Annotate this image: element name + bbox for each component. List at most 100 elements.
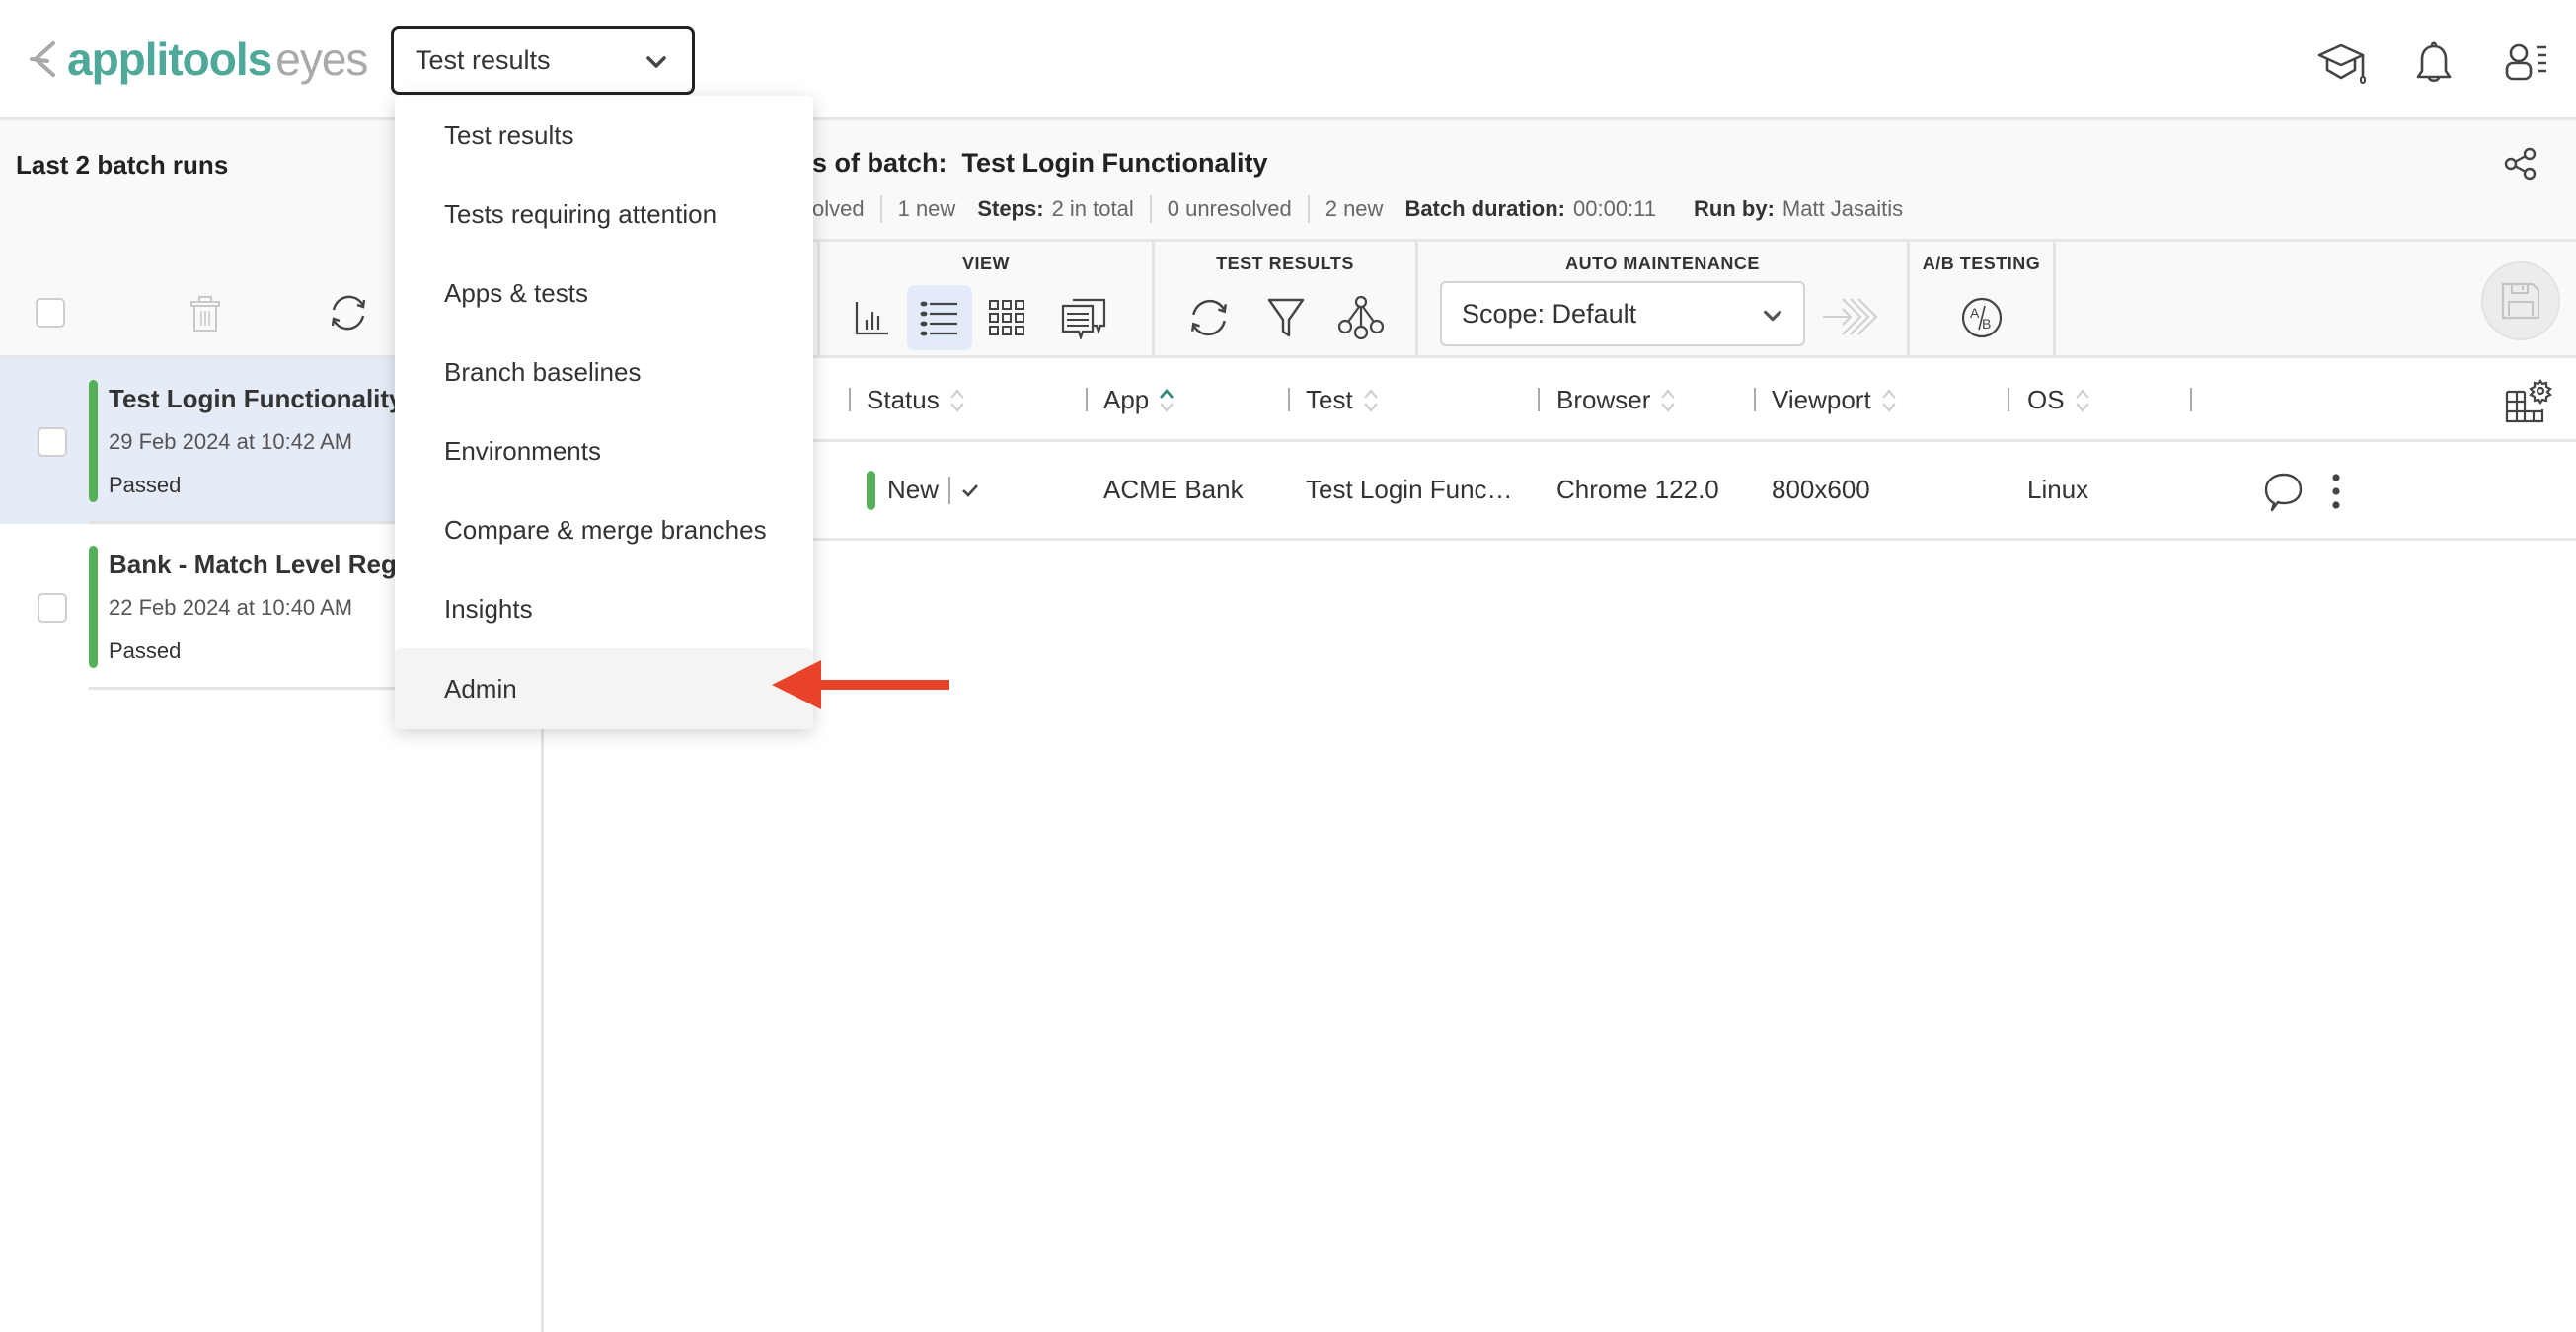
save-button[interactable] xyxy=(2481,261,2560,340)
chevron-down-icon xyxy=(646,56,666,68)
refresh-icon xyxy=(1190,299,1228,336)
page-nav-select[interactable]: Test results xyxy=(391,26,695,95)
column-label: OS xyxy=(2027,385,2065,414)
page-nav-menu: Test results Tests requiring attention A… xyxy=(395,96,813,729)
status-indicator xyxy=(867,470,875,510)
column-resize-handle[interactable] xyxy=(2190,388,2192,411)
list-view-button[interactable] xyxy=(907,285,972,350)
batch-status: Passed xyxy=(109,638,182,663)
menu-item-compare-merge-branches[interactable]: Compare & merge branches xyxy=(395,490,813,569)
refresh-results-button[interactable] xyxy=(1176,285,1242,350)
column-resize-handle[interactable] xyxy=(1288,388,1290,411)
menu-item-branch-baselines[interactable]: Branch baselines xyxy=(395,333,813,411)
checkmark-icon xyxy=(962,483,978,497)
filter-button[interactable] xyxy=(1253,285,1319,350)
auto-maintenance-section: AUTO MAINTENANCE Scope: Default xyxy=(1418,242,1910,355)
column-header-test[interactable]: Test xyxy=(1306,358,1379,442)
hierarchy-icon xyxy=(1337,295,1385,340)
batch-status-indicator xyxy=(89,546,98,668)
comment-icon[interactable] xyxy=(2264,472,2304,513)
bell-icon[interactable] xyxy=(2408,37,2460,89)
stat-run-by-label: Run by: xyxy=(1694,196,1775,221)
user-menu-icon[interactable] xyxy=(2499,37,2550,89)
batch-row-checkbox-wrap xyxy=(38,427,67,457)
graduation-cap-icon[interactable] xyxy=(2315,37,2367,89)
batch-row-checkbox[interactable] xyxy=(38,427,67,457)
column-label: Viewport xyxy=(1772,385,1871,414)
stat-steps-total: 2 in total xyxy=(1051,196,1134,221)
column-settings-icon[interactable] xyxy=(2505,378,2554,423)
save-disk-icon xyxy=(2501,282,2540,320)
chart-view-button[interactable] xyxy=(840,285,905,350)
cell-viewport: 800x600 xyxy=(1772,475,1870,504)
column-header-browser[interactable]: Browser xyxy=(1556,358,1676,442)
batch-date: 22 Feb 2024 at 10:40 AM xyxy=(109,595,353,620)
column-header-status[interactable]: Status xyxy=(867,358,965,442)
comments-view-button[interactable] xyxy=(1045,285,1124,350)
menu-item-admin[interactable]: Admin xyxy=(395,648,813,729)
column-resize-handle[interactable] xyxy=(1754,388,1756,411)
apply-maintenance-icon[interactable] xyxy=(1821,295,1880,338)
batch-status-indicator xyxy=(89,380,98,502)
menu-item-tests-requiring-attention[interactable]: Tests requiring attention xyxy=(395,175,813,254)
sort-icon xyxy=(1881,388,1896,412)
stat-run-by: Matt Jasaitis xyxy=(1781,196,1904,221)
sort-icon xyxy=(949,388,964,412)
batch-list-title: Last 2 batch runs xyxy=(16,150,229,180)
test-results-section: TEST RESULTS xyxy=(1155,242,1418,355)
delete-trash-icon[interactable] xyxy=(188,294,223,333)
ab-testing-button[interactable]: A B xyxy=(1949,285,2014,350)
column-resize-handle[interactable] xyxy=(849,388,851,411)
stat-tests-unresolved: olved xyxy=(812,196,865,221)
status-separator xyxy=(948,476,951,504)
scope-select[interactable]: Scope: Default xyxy=(1440,281,1805,346)
more-options-icon[interactable] xyxy=(2329,472,2343,511)
batch-title-name: Test Login Functionality xyxy=(961,148,1268,178)
sort-ascending-icon xyxy=(1160,388,1174,412)
stat-steps-new: 2 new xyxy=(1325,196,1384,221)
cell-test: Test Login Func… xyxy=(1306,475,1513,504)
cell-os: Linux xyxy=(2027,475,2089,504)
applitools-logo[interactable]: applitools eyes xyxy=(28,30,368,89)
column-label: Test xyxy=(1306,385,1353,414)
menu-item-insights[interactable]: Insights xyxy=(395,569,813,648)
column-header-os[interactable]: OS xyxy=(2027,358,2090,442)
page-nav-select-value: Test results xyxy=(416,44,551,75)
bar-chart-icon xyxy=(855,302,888,335)
stat-duration-label: Batch duration: xyxy=(1404,196,1565,221)
cell-app: ACME Bank xyxy=(1103,475,1244,504)
sort-icon xyxy=(1363,388,1378,412)
column-resize-handle[interactable] xyxy=(1538,388,1540,411)
logo-word-applitools: applitools xyxy=(67,34,272,85)
chevron-down-icon xyxy=(1764,310,1781,322)
share-icon[interactable] xyxy=(2503,146,2538,182)
red-annotation-arrow-icon xyxy=(772,660,949,709)
test-results-section-label: TEST RESULTS xyxy=(1216,254,1354,273)
results-table-header: Status App Test Browser Viewport OS xyxy=(547,358,2576,442)
column-resize-handle[interactable] xyxy=(1086,388,1088,411)
batch-title: s of batch: Test Login Functionality xyxy=(812,148,1268,179)
sort-icon xyxy=(1661,388,1676,412)
column-resize-handle[interactable] xyxy=(2008,388,2009,411)
column-label: Status xyxy=(867,385,940,414)
menu-item-environments[interactable]: Environments xyxy=(395,411,813,490)
menu-item-apps-tests[interactable]: Apps & tests xyxy=(395,254,813,333)
column-header-viewport[interactable]: Viewport xyxy=(1772,358,1897,442)
batch-row-checkbox[interactable] xyxy=(38,593,67,623)
refresh-icon[interactable] xyxy=(328,292,369,333)
ab-testing-section: A/B TESTING A B xyxy=(1910,242,2056,355)
grid-view-button[interactable] xyxy=(974,285,1039,350)
logo-word-eyes: eyes xyxy=(275,34,368,85)
view-section: VIEW xyxy=(817,242,1155,355)
ab-testing-icon: A B xyxy=(1961,297,2003,338)
results-toolbar: VIEW TEST RESULTS AUTO MAINTENANCE Scope… xyxy=(547,242,2576,358)
table-row[interactable]: New ACME Bank Test Login Func… Chrome 12… xyxy=(547,442,2576,541)
status-text: New xyxy=(887,475,940,504)
stat-separator xyxy=(1307,195,1310,223)
column-header-app[interactable]: App xyxy=(1103,358,1174,442)
group-by-button[interactable] xyxy=(1328,285,1394,350)
menu-item-test-results[interactable]: Test results xyxy=(395,96,813,175)
select-all-checkbox[interactable] xyxy=(36,298,65,328)
column-label: App xyxy=(1103,385,1150,414)
stat-tests-new: 1 new xyxy=(897,196,956,221)
